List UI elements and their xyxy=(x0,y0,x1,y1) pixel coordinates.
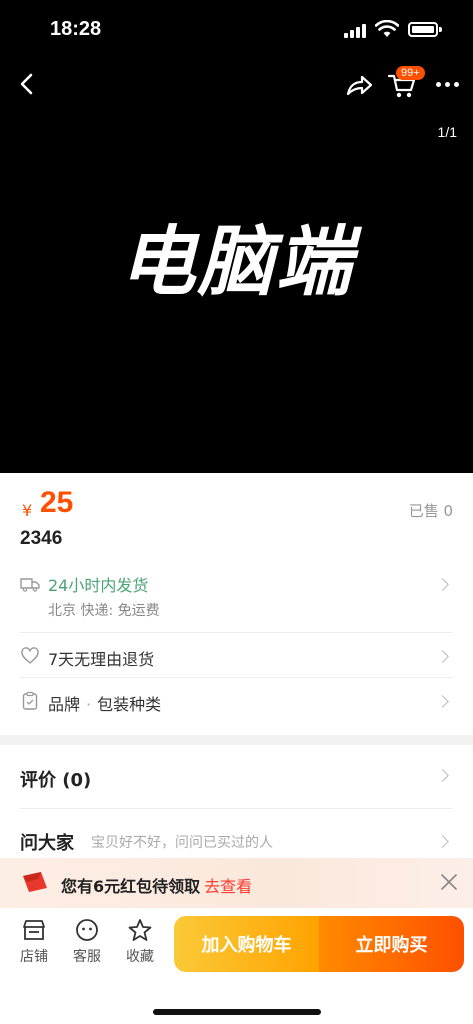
divider xyxy=(20,632,453,633)
promo-text: 您有6元红包待领取 去查看 xyxy=(61,873,252,897)
service-icon xyxy=(76,919,98,941)
reviews-title: 评价 (0) xyxy=(20,770,92,791)
chevron-right-icon xyxy=(436,769,449,782)
qa-hint: 宝贝好不好，问问已买过的人 xyxy=(91,835,273,851)
service-label: 客服 xyxy=(73,949,101,965)
heart-icon xyxy=(21,647,39,664)
promo-link[interactable]: 去查看 xyxy=(204,877,252,896)
product-image[interactable]: 99+ 1/1 电脑端 xyxy=(0,60,473,473)
shipping-title: 24小时内发货 xyxy=(48,576,149,595)
store-icon xyxy=(23,920,45,940)
returns-row[interactable]: 7天无理由退货 xyxy=(0,646,473,669)
params-row[interactable]: 品牌 · 包装种类 xyxy=(0,691,473,715)
star-icon xyxy=(128,919,152,941)
param-package: 包装种类 xyxy=(97,695,162,714)
promo-message: 您有6元红包待领取 xyxy=(61,877,201,896)
share-icon[interactable] xyxy=(344,70,374,100)
cart-badge: 99+ xyxy=(396,66,425,80)
clipboard-icon xyxy=(22,691,38,710)
more-icon[interactable] xyxy=(432,72,462,96)
add-to-cart-button[interactable]: 加入购物车 xyxy=(174,916,319,972)
back-button[interactable] xyxy=(14,70,42,98)
close-icon[interactable] xyxy=(439,872,459,892)
status-time: 18:28 xyxy=(50,18,102,40)
truck-icon xyxy=(20,578,40,592)
hero-text: 电脑端 xyxy=(119,217,354,306)
home-indicator[interactable] xyxy=(153,1009,321,1015)
wifi-icon xyxy=(375,20,399,37)
promo-bar[interactable]: 您有6元红包待领取 去查看 xyxy=(0,858,473,908)
favorite-label: 收藏 xyxy=(126,949,154,965)
price-value: 25 xyxy=(40,486,74,519)
page-indicator: 1/1 xyxy=(437,124,457,140)
returns-label: 7天无理由退货 xyxy=(48,650,155,669)
divider xyxy=(20,677,453,678)
divider xyxy=(20,808,453,809)
shipping-row[interactable]: 24小时内发货 北京 快递: 免运费 xyxy=(0,572,473,622)
param-brand: 品牌 xyxy=(48,695,81,714)
favorite-button[interactable]: 收藏 xyxy=(120,918,160,966)
params-label: 品牌 · 包装种类 xyxy=(48,691,161,715)
red-packet-icon xyxy=(23,872,47,892)
buy-now-button[interactable]: 立即购买 xyxy=(319,916,464,972)
store-button[interactable]: 店铺 xyxy=(14,918,54,966)
chevron-right-icon xyxy=(436,578,449,591)
price-currency: ¥ xyxy=(22,501,33,520)
chevron-right-icon xyxy=(436,695,449,708)
bottom-bar: 店铺 客服 收藏 加入购物车 立即购买 xyxy=(0,908,473,1024)
sold-count: 已售 0 xyxy=(408,502,453,520)
status-bar: 18:28 xyxy=(0,0,473,60)
param-separator: · xyxy=(86,695,92,714)
product-title: 2346 xyxy=(20,528,63,549)
signal-icon xyxy=(344,24,366,38)
chevron-right-icon xyxy=(436,650,449,663)
section-separator xyxy=(0,735,473,745)
qa-title: 问大家 xyxy=(20,833,74,854)
service-button[interactable]: 客服 xyxy=(67,918,107,966)
store-label: 店铺 xyxy=(20,949,48,965)
battery-icon xyxy=(408,22,442,37)
shipping-subtitle: 北京 快递: 免运费 xyxy=(48,603,160,619)
purchase-buttons: 加入购物车 立即购买 xyxy=(174,916,464,972)
chevron-right-icon xyxy=(436,835,449,848)
